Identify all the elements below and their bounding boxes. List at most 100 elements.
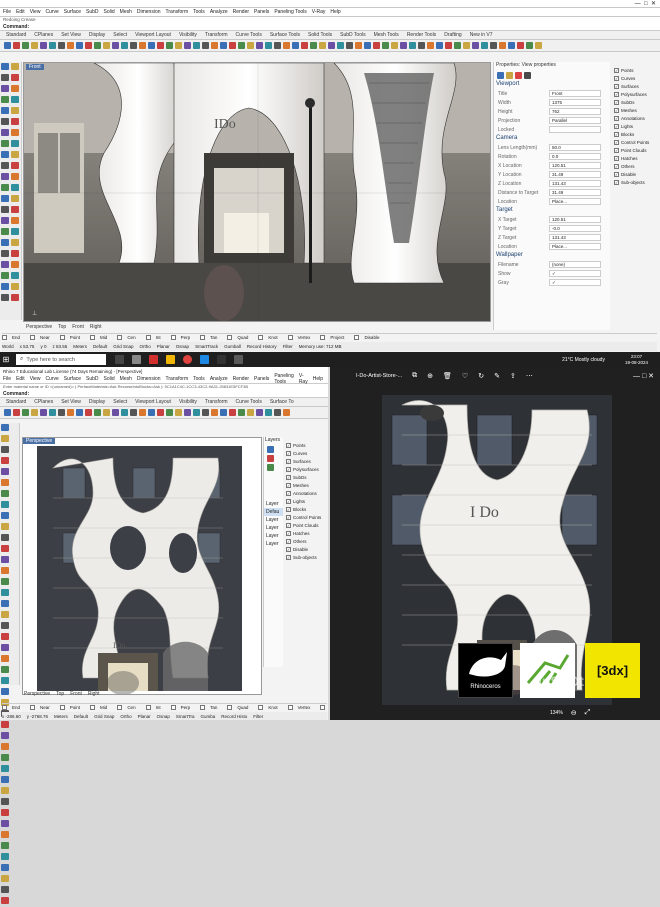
top-menu-item-15[interactable]: V-Ray: [312, 9, 326, 15]
toolbar-button[interactable]: [499, 42, 506, 49]
toolbar-button[interactable]: [508, 42, 515, 49]
toolbox-button[interactable]: [1, 512, 9, 519]
more-icon[interactable]: ⋯: [526, 372, 533, 380]
bottom-toolbar-tab-1[interactable]: CPlanes: [34, 399, 53, 405]
top-menu-item-6[interactable]: Solid: [104, 9, 115, 15]
bottom-perspective-viewport[interactable]: IDo Perspective: [22, 437, 262, 695]
bottom-menu-item-8[interactable]: Dimension: [137, 376, 161, 382]
toolbox-button[interactable]: [1, 457, 9, 464]
toolbar-button[interactable]: [175, 42, 182, 49]
toolbox-button[interactable]: [1, 732, 9, 739]
toolbar-button[interactable]: [58, 409, 65, 416]
toolbar-button[interactable]: [49, 42, 56, 49]
bottom-osnap-checkbox[interactable]: [287, 705, 293, 710]
toolbox-button[interactable]: [1, 655, 9, 662]
toolbox-button[interactable]: [1, 743, 9, 750]
toolbar-button[interactable]: [40, 409, 47, 416]
toolbar-button[interactable]: [184, 409, 191, 416]
toolbox-button[interactable]: [11, 151, 19, 158]
bottom-status-item-3[interactable]: Default: [74, 714, 88, 719]
bottom-osnap-checkbox[interactable]: [320, 705, 326, 710]
toolbox-button[interactable]: [1, 721, 9, 728]
toolbar-button[interactable]: [184, 42, 191, 49]
top-toolbar-tab-14[interactable]: Drafting: [444, 32, 462, 38]
toolbox-button[interactable]: [1, 239, 9, 246]
bottom-filter-checkbox[interactable]: ✓: [286, 546, 291, 552]
bottom-menu-item-5[interactable]: SubD: [86, 376, 99, 382]
property-value[interactable]: [549, 126, 601, 133]
toolbox-button[interactable]: [11, 228, 19, 235]
toolbar-button[interactable]: [121, 42, 128, 49]
toolbox-button[interactable]: [1, 151, 9, 158]
property-value[interactable]: Parallel: [549, 117, 601, 124]
top-toolbar-tab-7[interactable]: Transform: [205, 32, 228, 38]
toolbar-button[interactable]: [391, 42, 398, 49]
top-menu-item-1[interactable]: Edit: [16, 9, 25, 15]
toolbar-button[interactable]: [94, 42, 101, 49]
bottom-filter-checkbox[interactable]: ✓: [286, 538, 291, 544]
rotate-icon[interactable]: ↻: [478, 372, 484, 380]
toolbar-button[interactable]: [40, 42, 47, 49]
top-menu-item-11[interactable]: Analyze: [210, 9, 228, 15]
toolbar-button[interactable]: [256, 409, 263, 416]
toolbar-button[interactable]: [454, 42, 461, 49]
top-osnap-checkbox[interactable]: [287, 335, 293, 340]
top-filter-checkbox[interactable]: ✓: [614, 115, 619, 121]
word-icon[interactable]: [200, 355, 209, 364]
top-filter-checkbox[interactable]: ✓: [614, 163, 619, 169]
toolbar-button[interactable]: [148, 409, 155, 416]
toolbox-button[interactable]: [1, 875, 9, 882]
bottom-toolbar-tab-4[interactable]: Select: [113, 399, 127, 405]
top-status-item-8[interactable]: Planar: [157, 344, 170, 349]
layer-item[interactable]: Layer: [264, 524, 283, 532]
toolbar-button[interactable]: [4, 409, 11, 416]
toolbox-button[interactable]: [11, 63, 19, 70]
toolbox-button[interactable]: [1, 523, 9, 530]
toolbox-button[interactable]: [11, 129, 19, 136]
top-viewport-label[interactable]: Front: [26, 64, 44, 70]
top-toolbar-tab-8[interactable]: Curve Tools: [236, 32, 262, 38]
top-toolbar-tab-13[interactable]: Render Tools: [407, 32, 436, 38]
bottom-menu-item-10[interactable]: Tools: [193, 376, 205, 382]
bottom-filter-checkbox[interactable]: ✓: [286, 506, 291, 512]
property-value[interactable]: 1375: [549, 99, 601, 106]
toolbox-button[interactable]: [1, 798, 9, 805]
top-status-item-7[interactable]: Ortho: [140, 344, 151, 349]
toolbar-button[interactable]: [148, 42, 155, 49]
top-toolbar-tab-9[interactable]: Surface Tools: [270, 32, 300, 38]
toolbar-button[interactable]: [526, 42, 533, 49]
top-osnap-3[interactable]: Mid: [90, 335, 112, 340]
top-osnap-checkbox[interactable]: [117, 335, 123, 340]
property-value[interactable]: ✓: [549, 270, 601, 277]
bottom-status-item-5[interactable]: Ortho: [120, 714, 131, 719]
toolbar-button[interactable]: [256, 42, 263, 49]
toolbox-button[interactable]: [1, 886, 9, 893]
toolbar-button[interactable]: [481, 42, 488, 49]
toolbox-button[interactable]: [1, 864, 9, 871]
bottom-osnap-checkbox[interactable]: [30, 705, 36, 710]
toolbar-button[interactable]: [103, 42, 110, 49]
top-front-viewport[interactable]: IDo ⊥ Front: [23, 62, 491, 322]
toolbar-button[interactable]: [490, 42, 497, 49]
property-value[interactable]: 31.49: [549, 171, 601, 178]
top-osnap-checkbox[interactable]: [320, 335, 326, 340]
delete-icon[interactable]: 🗑: [443, 372, 452, 380]
top-viewport-tab-1[interactable]: Top: [58, 324, 66, 330]
task-view-icon[interactable]: [132, 355, 141, 364]
toolbar-button[interactable]: [130, 409, 137, 416]
bottom-filter-checkbox[interactable]: ✓: [286, 450, 291, 456]
top-filter-checkbox[interactable]: ✓: [614, 67, 619, 73]
toolbar-button[interactable]: [337, 42, 344, 49]
bottom-status-item-6[interactable]: Planar: [138, 714, 151, 719]
top-osnap-7[interactable]: Tan: [200, 335, 222, 340]
toolbar-button[interactable]: [535, 42, 542, 49]
toolbox-button[interactable]: [11, 74, 19, 81]
bottom-osnap-5[interactable]: Int: [145, 705, 166, 710]
top-toolbar-tab-5[interactable]: Viewport Layout: [135, 32, 171, 38]
bottom-menu-item-15[interactable]: V-Ray: [299, 373, 308, 385]
top-filter-7[interactable]: ✓ Lights: [612, 122, 660, 130]
top-osnap-checkbox[interactable]: [30, 335, 36, 340]
toolbox-button[interactable]: [1, 424, 9, 431]
property-value[interactable]: 50.0: [549, 144, 601, 151]
bottom-menu-item-6[interactable]: Solid: [104, 376, 115, 382]
